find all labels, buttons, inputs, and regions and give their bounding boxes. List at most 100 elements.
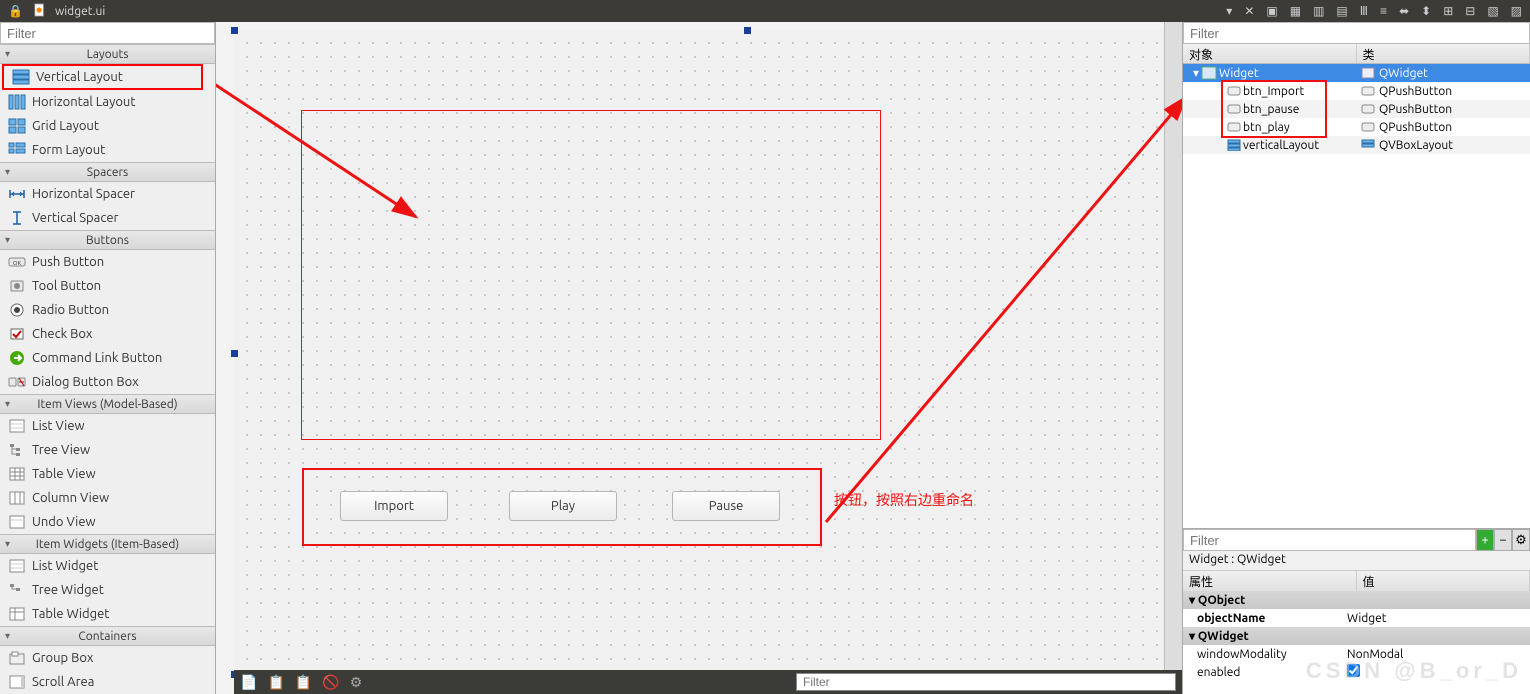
widget-vertical-layout[interactable]: Vertical Layout xyxy=(2,64,203,90)
inspector-filter[interactable] xyxy=(1183,22,1530,44)
status-bar: 📄 📋 📋 🚫 ⚙ xyxy=(234,670,1182,694)
groupbox-icon xyxy=(8,650,26,666)
tablewidget-icon xyxy=(8,606,26,622)
category-layouts[interactable]: Layouts xyxy=(0,44,215,64)
widgetbox-filter[interactable] xyxy=(0,22,215,44)
widget-commandlink[interactable]: Command Link Button xyxy=(0,346,215,370)
treeview-icon xyxy=(8,442,26,458)
category-itemwidgets[interactable]: Item Widgets (Item-Based) xyxy=(0,534,215,554)
widget-form-layout[interactable]: Form Layout xyxy=(0,138,215,162)
inspector-header: 对象 类 xyxy=(1183,44,1530,64)
columnview-icon xyxy=(8,490,26,506)
prop-cat-qobject[interactable]: ▾ QObject xyxy=(1183,591,1530,609)
property-title: Widget : QWidget xyxy=(1183,551,1530,571)
vertical-layout-outline[interactable] xyxy=(301,110,881,440)
treewidget-icon xyxy=(8,582,26,598)
dropdown-icon[interactable]: ▾ xyxy=(1224,4,1234,18)
widget-toolbutton[interactable]: Tool Button xyxy=(0,274,215,298)
vsplit-icon[interactable]: ⬍ xyxy=(1419,4,1433,18)
radio-icon xyxy=(8,302,26,318)
status-filter[interactable] xyxy=(796,673,1176,691)
status-icon-5[interactable]: ⚙ xyxy=(350,674,363,691)
grid2-icon[interactable]: ⊟ xyxy=(1463,4,1477,18)
pause-button[interactable]: Pause xyxy=(672,491,780,521)
tool4-icon[interactable]: ▤ xyxy=(1334,4,1349,18)
widget-class-icon xyxy=(1361,67,1375,79)
widget-hspacer[interactable]: Horizontal Spacer xyxy=(0,182,215,206)
category-spacers[interactable]: Spacers xyxy=(0,162,215,182)
inspector-row-vlayout[interactable]: verticalLayout QVBoxLayout xyxy=(1183,136,1530,154)
vlayout-class-icon xyxy=(1361,139,1375,151)
prop-objectname[interactable]: objectNameWidget xyxy=(1183,609,1530,627)
property-editor: + − ⚙ Widget : QWidget 属性 值 ▾ QObject ob… xyxy=(1183,528,1530,694)
widget-tableview[interactable]: Table View xyxy=(0,462,215,486)
category-buttons[interactable]: Buttons xyxy=(0,230,215,250)
vlayout-icon xyxy=(1227,139,1241,151)
prop-enabled[interactable]: enabled xyxy=(1183,663,1530,681)
hsplit-icon[interactable]: ⬌ xyxy=(1397,4,1411,18)
tool2-icon[interactable]: ▦ xyxy=(1288,4,1303,18)
widget-pushbutton[interactable]: OKPush Button xyxy=(0,250,215,274)
widget-dialogbuttonbox[interactable]: Dialog Button Box xyxy=(0,370,215,394)
add-property-button[interactable]: + xyxy=(1476,529,1494,551)
expand-icon[interactable]: ▾ xyxy=(1193,66,1199,80)
widget-groupbox[interactable]: Group Box xyxy=(0,646,215,670)
widget-horizontal-layout[interactable]: Horizontal Layout xyxy=(0,90,215,114)
listwidget-icon xyxy=(8,558,26,574)
hlayout-icon xyxy=(8,94,26,110)
widget-listwidget[interactable]: List Widget xyxy=(0,554,215,578)
widget-radiobutton[interactable]: Radio Button xyxy=(0,298,215,322)
widget-scrollarea[interactable]: Scroll Area xyxy=(0,670,215,694)
design-canvas[interactable]: Import Play Pause 按钮，按照右边重命名 xyxy=(216,22,1182,694)
prop-cat-qwidget[interactable]: ▾ QWidget xyxy=(1183,627,1530,645)
property-filter[interactable] xyxy=(1183,529,1476,551)
file-title: widget.ui xyxy=(55,5,105,18)
widget-checkbox[interactable]: Check Box xyxy=(0,322,215,346)
grid-icon[interactable]: ⊞ xyxy=(1441,4,1455,18)
prop-windowmodality[interactable]: windowModalityNonModal xyxy=(1183,645,1530,663)
widget-grid-layout[interactable]: Grid Layout xyxy=(0,114,215,138)
widget-tablewidget[interactable]: Table Widget xyxy=(0,602,215,626)
close-icon[interactable]: ✕ xyxy=(1242,4,1256,18)
hlayout-icon[interactable]: Ⅲ xyxy=(1358,4,1370,18)
status-icon-2[interactable]: 📋 xyxy=(267,674,284,691)
svg-text:OK: OK xyxy=(13,260,22,267)
annotation-text: 按钮，按照右边重命名 xyxy=(834,490,974,510)
button-class-icon xyxy=(1361,121,1375,133)
property-menu-button[interactable]: ⚙ xyxy=(1512,529,1530,551)
vlayout-icon[interactable]: ≡ xyxy=(1378,4,1389,18)
tool1-icon[interactable]: ▣ xyxy=(1264,4,1279,18)
status-icon-1[interactable]: 📄 xyxy=(240,674,257,691)
adjust-icon[interactable]: ▨ xyxy=(1509,4,1524,18)
import-button[interactable]: Import xyxy=(340,491,448,521)
pushbutton-icon: OK xyxy=(8,254,26,270)
titlebar: 🔒 widget.ui ▾ ✕ ▣ ▦ ▥ ▤ Ⅲ ≡ ⬌ ⬍ ⊞ ⊟ ▧ ▨ xyxy=(0,0,1530,22)
tableview-icon xyxy=(8,466,26,482)
widget-listview[interactable]: List View xyxy=(0,414,215,438)
canvas-scrollbar[interactable] xyxy=(1164,22,1182,694)
widget-vspacer[interactable]: Vertical Spacer xyxy=(0,206,215,230)
tool3-icon[interactable]: ▥ xyxy=(1311,4,1326,18)
button-class-icon xyxy=(1361,103,1375,115)
widget-treeview[interactable]: Tree View xyxy=(0,438,215,462)
status-icon-4[interactable]: 🚫 xyxy=(322,674,339,691)
category-containers[interactable]: Containers xyxy=(0,626,215,646)
object-inspector: 对象 类 ▾Widget QWidget btn_Import QPushBut… xyxy=(1183,22,1530,528)
break-icon[interactable]: ▧ xyxy=(1485,4,1500,18)
file-icon xyxy=(33,3,47,20)
button-class-icon xyxy=(1361,85,1375,97)
vlayout-icon xyxy=(12,69,30,85)
category-itemviews[interactable]: Item Views (Model-Based) xyxy=(0,394,215,414)
listview-icon xyxy=(8,418,26,434)
remove-property-button[interactable]: − xyxy=(1494,529,1512,551)
widget-columnview[interactable]: Column View xyxy=(0,486,215,510)
checkbox-icon xyxy=(8,326,26,342)
widget-treewidget[interactable]: Tree Widget xyxy=(0,578,215,602)
form-widget[interactable]: Import Play Pause 按钮，按照右边重命名 xyxy=(234,30,1182,675)
widget-box: Layouts Vertical Layout Horizontal Layou… xyxy=(0,22,216,694)
dialogbox-icon xyxy=(8,374,26,390)
enabled-checkbox[interactable] xyxy=(1347,664,1360,677)
play-button[interactable]: Play xyxy=(509,491,617,521)
status-icon-3[interactable]: 📋 xyxy=(295,674,312,691)
widget-undoview[interactable]: Undo View xyxy=(0,510,215,534)
